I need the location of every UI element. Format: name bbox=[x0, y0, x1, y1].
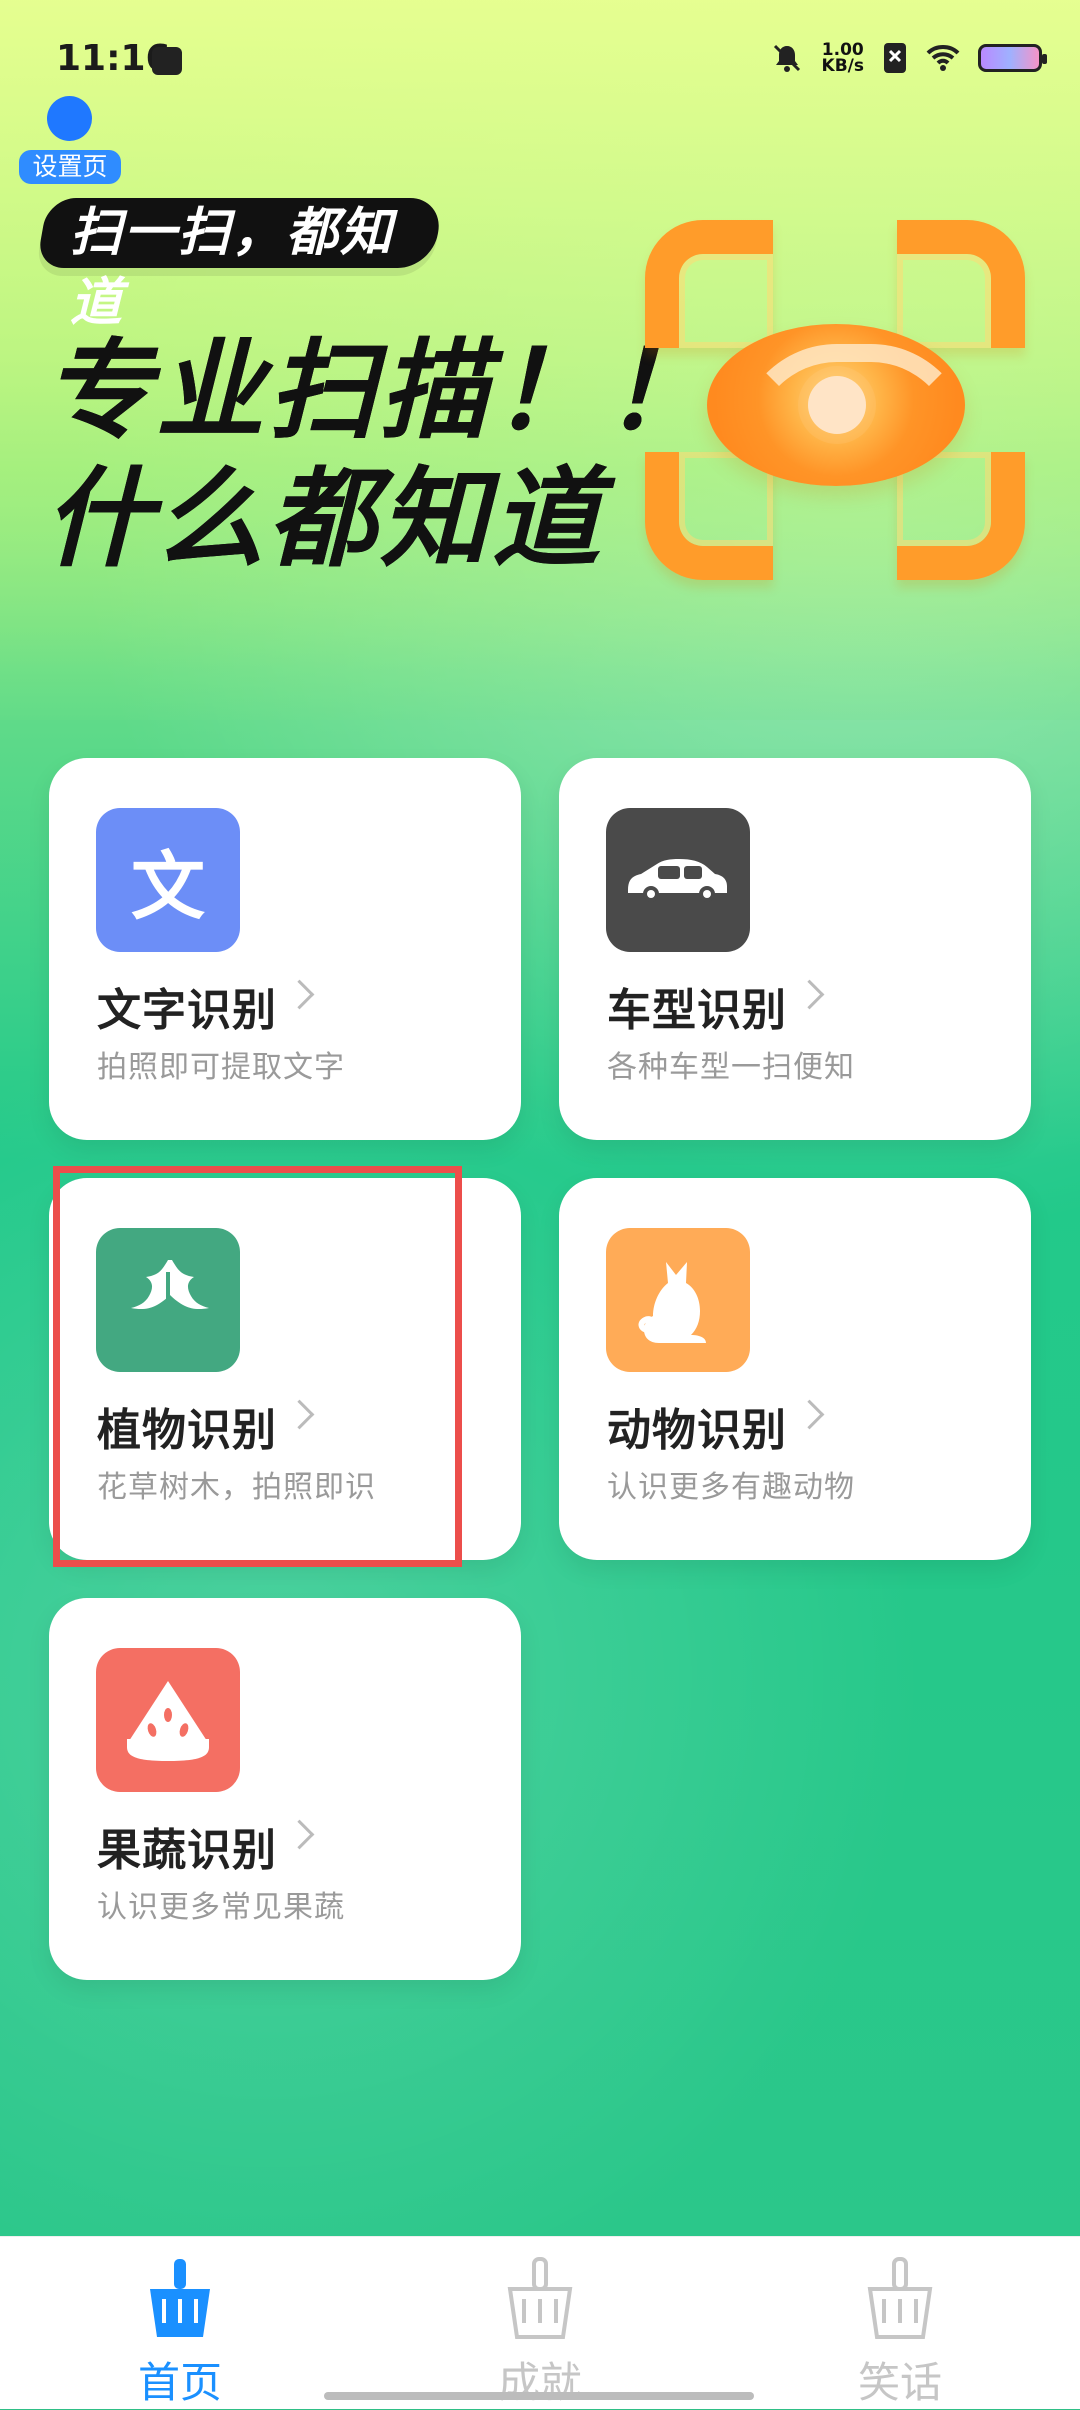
status-bar: 11:16 1.00 KB/s bbox=[0, 0, 1080, 128]
tab-label: 笑话 bbox=[857, 2358, 942, 2407]
tab-label: 首页 bbox=[137, 2358, 222, 2407]
car-icon bbox=[606, 808, 750, 952]
sim-off-icon bbox=[884, 43, 906, 73]
scan-eye-icon bbox=[635, 220, 1025, 580]
scan-corner-top-left bbox=[645, 220, 773, 348]
tab-jokes[interactable]: 笑话 bbox=[810, 2255, 990, 2410]
tab-label: 成就 bbox=[497, 2358, 582, 2407]
tab-home[interactable]: 首页 bbox=[90, 2255, 270, 2410]
chevron-right-icon bbox=[284, 1819, 315, 1850]
hero-tagline-pill: 扫一扫，都知道 bbox=[35, 198, 445, 333]
status-app-icon bbox=[152, 47, 182, 75]
status-icons: 1.00 KB/s bbox=[770, 38, 1047, 78]
animal-recognition-card[interactable]: 动物识别 认识更多有趣动物 bbox=[559, 1178, 1031, 1560]
home-indicator[interactable] bbox=[324, 2392, 754, 2400]
cat-icon-shape bbox=[638, 1262, 706, 1343]
wifi-icon bbox=[926, 45, 960, 71]
fruit-vegetable-recognition-card[interactable]: 果蔬识别 认识更多常见果蔬 bbox=[49, 1598, 521, 1980]
tab-achievement[interactable]: 成就 bbox=[450, 2255, 630, 2410]
car-icon-shape bbox=[628, 859, 727, 902]
text-recognition-card[interactable]: 文 文字识别 拍照即可提取文字 bbox=[49, 758, 521, 1140]
card-subtitle: 认识更多有趣动物 bbox=[607, 1470, 855, 1505]
selected-card-highlight bbox=[53, 1166, 462, 1567]
car-recognition-card[interactable]: 车型识别 各种车型一扫便知 bbox=[559, 758, 1031, 1140]
card-title: 文字识别 bbox=[97, 985, 277, 1036]
scan-corner-bottom-right bbox=[897, 452, 1025, 580]
floating-dot[interactable] bbox=[47, 96, 92, 141]
card-title: 动物识别 bbox=[607, 1405, 787, 1456]
chevron-right-icon bbox=[794, 979, 825, 1010]
scan-corner-bottom-left bbox=[645, 452, 773, 580]
watermelon-icon-shape bbox=[127, 1681, 209, 1761]
chevron-right-icon bbox=[284, 979, 315, 1010]
hero-headline-2: 什么都知道 bbox=[44, 457, 605, 582]
eye-icon bbox=[707, 324, 971, 486]
card-title: 果蔬识别 bbox=[97, 1825, 277, 1876]
card-subtitle: 拍照即可提取文字 bbox=[97, 1050, 345, 1085]
chevron-right-icon bbox=[794, 1399, 825, 1430]
card-title: 车型识别 bbox=[607, 985, 787, 1036]
bottom-tab-bar: 首页 成就 笑话 bbox=[0, 2236, 1080, 2409]
broom-icon bbox=[860, 2255, 940, 2339]
text-icon: 文 bbox=[96, 808, 240, 952]
settings-page-tag[interactable]: 设置页 bbox=[19, 150, 121, 184]
battery-icon bbox=[978, 44, 1047, 72]
broom-icon bbox=[500, 2255, 580, 2339]
text-icon-glyph: 文 bbox=[131, 843, 205, 930]
card-subtitle: 认识更多常见果蔬 bbox=[97, 1890, 345, 1925]
mute-bell-icon bbox=[773, 44, 800, 72]
cat-icon bbox=[606, 1228, 750, 1372]
card-subtitle: 各种车型一扫便知 bbox=[607, 1050, 855, 1085]
watermelon-icon bbox=[96, 1648, 240, 1792]
network-speed: 1.00 KB/s bbox=[821, 40, 864, 76]
scan-corner-top-right bbox=[897, 220, 1025, 348]
broom-icon bbox=[140, 2255, 220, 2339]
